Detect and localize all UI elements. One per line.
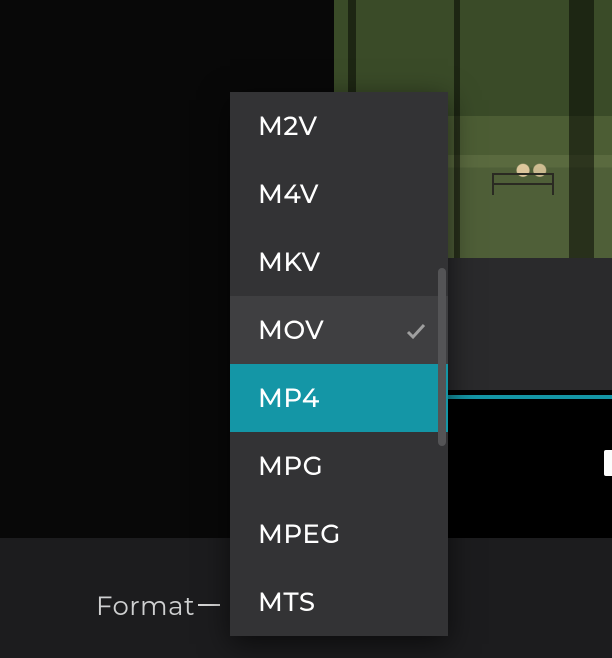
format-dropdown[interactable]: M2V M4V MKV MOV MP4 MPG MPEG MTS [230, 92, 448, 636]
format-option-label: MTS [258, 586, 316, 618]
format-label: Format [96, 590, 195, 622]
format-option-m2v[interactable]: M2V [230, 92, 448, 160]
format-option-mts[interactable]: MTS [230, 568, 448, 636]
format-option-label: MP4 [258, 382, 320, 414]
footer-dash [198, 604, 220, 606]
app-stage: Format M2V M4V MKV MOV MP4 MPG MPEG MTS [0, 0, 612, 658]
format-option-m4v[interactable]: M4V [230, 160, 448, 228]
format-option-label: MPG [258, 450, 323, 482]
format-option-mp4[interactable]: MP4 [230, 364, 448, 432]
format-option-label: MKV [258, 246, 321, 278]
format-option-mov[interactable]: MOV [230, 296, 448, 364]
format-option-mkv[interactable]: MKV [230, 228, 448, 296]
format-option-label: MPEG [258, 518, 341, 550]
right-edge-handle[interactable] [604, 450, 612, 476]
dropdown-scrollbar[interactable] [438, 268, 446, 446]
check-icon [404, 318, 428, 342]
format-option-label: M2V [258, 110, 317, 142]
format-option-mpeg[interactable]: MPEG [230, 500, 448, 568]
format-option-mpg[interactable]: MPG [230, 432, 448, 500]
format-option-label: MOV [258, 314, 324, 346]
format-option-label: M4V [258, 178, 319, 210]
